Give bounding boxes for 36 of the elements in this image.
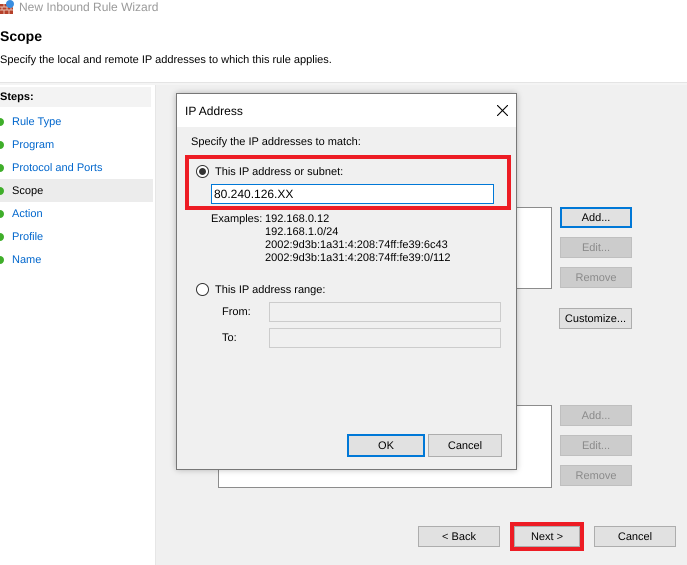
input-field[interactable] xyxy=(269,328,501,348)
default-button[interactable]: OK xyxy=(347,434,425,457)
dialog-prompt: Specify the IP addresses to match: xyxy=(191,136,362,148)
steps-heading: Steps: xyxy=(0,87,151,107)
ip-address-field[interactable]: 80.240.126.XX xyxy=(211,184,494,204)
step-item[interactable]: Program xyxy=(0,133,153,156)
wizard-button[interactable]: Next > xyxy=(514,526,580,547)
example-address: 2002:9d3b:1a31:4:208:74ff:fe39:6c43 xyxy=(265,239,449,252)
step-item[interactable]: Scope xyxy=(0,179,153,202)
radio-label: This IP address range: xyxy=(215,284,326,296)
example-address: 2002:9d3b:1a31:4:208:74ff:fe39:0/112 xyxy=(265,252,452,265)
default-button[interactable]: Add... xyxy=(560,207,632,228)
step-item[interactable]: Name xyxy=(0,248,153,271)
page-title: Scope xyxy=(0,28,44,44)
example-address: 192.168.0.12 xyxy=(265,213,330,226)
field-label: From: xyxy=(222,306,252,318)
dialog-title: IP Address xyxy=(185,104,243,118)
radio-button[interactable] xyxy=(196,283,209,296)
input-field[interactable] xyxy=(269,302,501,322)
example-address: 192.168.1.0/24 xyxy=(265,226,340,239)
step-item[interactable]: Protocol and Ports xyxy=(0,156,153,179)
customize-button[interactable]: Customize... xyxy=(559,308,632,329)
radio-button[interactable] xyxy=(196,165,209,178)
step-item[interactable]: Profile xyxy=(0,225,153,248)
button[interactable]: Cancel xyxy=(428,434,502,457)
close-icon[interactable] xyxy=(497,105,508,116)
wizard-button[interactable]: Cancel xyxy=(594,526,676,547)
radio-label: This IP address or subnet: xyxy=(215,166,344,178)
page-description: Specify the local and remote IP addresses to which this rule applies. xyxy=(0,54,333,66)
step-item[interactable]: Action xyxy=(0,202,153,225)
field-label: To: xyxy=(222,332,238,344)
wizard-button[interactable]: < Back xyxy=(418,526,500,547)
step-item[interactable]: Rule Type xyxy=(0,110,153,133)
brick-wall-icon xyxy=(0,0,14,14)
examples-label: Examples: xyxy=(211,213,264,227)
window-title: New Inbound Rule Wizard xyxy=(19,0,158,14)
